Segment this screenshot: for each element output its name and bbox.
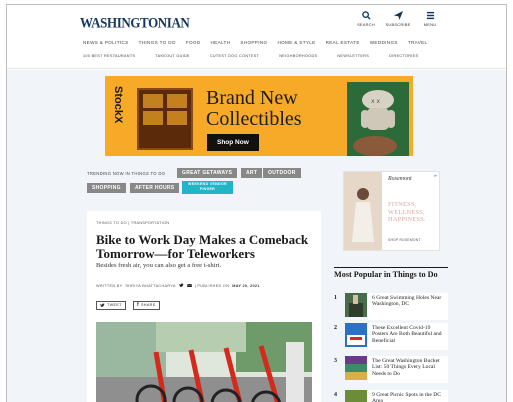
ad-shop-now-button[interactable]: Shop Now xyxy=(207,134,259,151)
subscribe-label: SUBSCRIBE xyxy=(385,22,411,27)
author-link[interactable]: SHRIYA BHATTACHARYA xyxy=(125,284,175,288)
nav-newsletters[interactable]: NEWSLETTERS xyxy=(337,54,369,58)
article-photo xyxy=(96,322,312,402)
ad-choices-icon[interactable]: ▸ xyxy=(434,173,437,179)
site-header: WASHINGTONIAN SEARCH SUBSCRIBE MENU NEWS… xyxy=(7,5,506,69)
svg-text:x x: x x xyxy=(371,98,380,105)
byline: WRITTEN BY SHRIYA BHATTACHARYA | PUBLISH… xyxy=(96,283,260,288)
popular-thumbnail xyxy=(345,323,367,347)
twitter-icon xyxy=(100,303,105,307)
tag-weekend-vendor-finder[interactable]: WEEKEND VENDOR FINDER xyxy=(182,181,233,194)
menu-button[interactable]: MENU xyxy=(418,11,442,27)
nav-best-restaurants[interactable]: 100 BEST RESTAURANTS xyxy=(83,54,135,58)
popular-thumbnail xyxy=(345,293,367,317)
sidebar-ad-cta[interactable]: SHOP ROSEMONT xyxy=(388,238,421,242)
article-card: THINGS TO DO | TRANSPORTATION Bike to Wo… xyxy=(87,211,321,402)
popular-item[interactable]: 3 The Great Washington Bucket List: 50 T… xyxy=(334,356,448,386)
popular-rank: 4 xyxy=(334,392,337,398)
popular-item[interactable]: 1 6 Great Swimming Holes Near Washington… xyxy=(334,293,448,323)
popular-item[interactable]: 4 9 Great Picnic Spots in the DC Area xyxy=(334,390,448,402)
popular-thumbnail xyxy=(345,390,367,402)
search-icon xyxy=(361,11,371,20)
nav-neighborhoods[interactable]: NEIGHBORHOODS xyxy=(279,54,317,58)
tweet-button[interactable]: TWEET xyxy=(96,301,126,310)
popular-title[interactable]: The Great Washington Bucket List: 50 Thi… xyxy=(368,356,448,383)
facebook-icon: f xyxy=(137,302,139,308)
popular-thumbnail xyxy=(345,356,367,380)
ad-banner[interactable]: StockX Brand New Collectibles Shop Now x… xyxy=(105,76,413,156)
popular-title[interactable]: 6 Great Swimming Holes Near Washington, … xyxy=(368,293,448,320)
nav-things-to-do[interactable]: THINGS TO DO xyxy=(139,40,176,45)
ad-product-box xyxy=(137,88,193,150)
collectible-figure-icon: x x xyxy=(347,82,409,156)
popular-rank: 3 xyxy=(334,358,337,364)
secondary-nav: 100 BEST RESTAURANTS TAKEOUT GUIDE CUTES… xyxy=(83,54,418,58)
primary-nav: NEWS & POLITICS THINGS TO DO FOOD HEALTH… xyxy=(83,40,427,45)
sidebar-ad-brand: Rosemont xyxy=(388,176,412,182)
popular-title[interactable]: 9 Great Picnic Spots in the DC Area xyxy=(368,390,448,402)
popular-title[interactable]: These Excellent Covid-19 Posters Are Bot… xyxy=(368,323,448,350)
nav-cutest-dog-contest[interactable]: CUTEST DOG CONTEST xyxy=(210,54,259,58)
sidebar-ad-copy: FITNESS, WELLNESS, HAPPINESS. xyxy=(388,201,426,224)
popular-rank: 1 xyxy=(334,295,337,301)
sidebar-ad-photo xyxy=(344,172,382,250)
nav-directories[interactable]: DIRECTORIES xyxy=(389,54,418,58)
tag-outdoor[interactable]: OUTDOOR xyxy=(263,168,301,178)
page-body: StockX Brand New Collectibles Shop Now x… xyxy=(7,70,506,402)
search-button[interactable]: SEARCH xyxy=(354,11,378,27)
article-dek: Besides fresh air, you can also get a fr… xyxy=(96,262,222,269)
nav-shopping[interactable]: SHOPPING xyxy=(240,40,267,45)
nav-real-estate[interactable]: REAL ESTATE xyxy=(326,40,360,45)
trending-label: TRENDING NOW IN THINGS TO DO xyxy=(87,171,166,176)
nav-home-style[interactable]: HOME & STYLE xyxy=(277,40,315,45)
twitter-icon[interactable] xyxy=(179,283,184,288)
publish-date: MAY 20, 2021 xyxy=(232,283,260,288)
breadcrumb: THINGS TO DO | TRANSPORTATION xyxy=(96,221,170,225)
most-popular-heading: Most Popular in Things to Do xyxy=(334,267,448,279)
nav-takeout-guide[interactable]: TAKEOUT GUIDE xyxy=(155,54,190,58)
search-label: SEARCH xyxy=(357,22,375,27)
nav-weddings[interactable]: WEDDINGS xyxy=(370,40,398,45)
ad-headline: Brand New Collectibles xyxy=(206,87,302,130)
header-tools: SEARCH SUBSCRIBE MENU xyxy=(354,11,442,27)
popular-rank: 2 xyxy=(334,325,337,331)
browser-viewport: WASHINGTONIAN SEARCH SUBSCRIBE MENU NEWS… xyxy=(6,4,507,402)
breadcrumb-section[interactable]: THINGS TO DO xyxy=(96,221,127,225)
breadcrumb-sub[interactable]: TRANSPORTATION xyxy=(131,221,170,225)
subscribe-button[interactable]: SUBSCRIBE xyxy=(386,11,410,27)
site-logo[interactable]: WASHINGTONIAN xyxy=(80,14,190,32)
ad-brand: StockX xyxy=(112,86,124,124)
tag-shopping[interactable]: SHOPPING xyxy=(87,183,126,193)
tag-art[interactable]: ART xyxy=(241,168,263,178)
subscribe-icon xyxy=(393,11,403,20)
sidebar-ad[interactable]: Rosemont FITNESS, WELLNESS, HAPPINESS. S… xyxy=(343,171,440,251)
facebook-share-button[interactable]: f SHARE xyxy=(133,301,160,310)
nav-health[interactable]: HEALTH xyxy=(210,40,230,45)
tag-after-hours[interactable]: AFTER HOURS xyxy=(130,183,180,193)
popular-item[interactable]: 2 These Excellent Covid-19 Posters Are B… xyxy=(334,323,448,353)
tag-great-getaways[interactable]: GREAT GETAWAYS xyxy=(177,168,238,178)
menu-label: MENU xyxy=(423,22,437,27)
nav-travel[interactable]: TRAVEL xyxy=(408,40,428,45)
menu-icon xyxy=(426,11,434,20)
nav-news-politics[interactable]: NEWS & POLITICS xyxy=(83,40,129,45)
nav-food[interactable]: FOOD xyxy=(186,40,201,45)
article-title: Bike to Work Day Makes a Comeback Tomorr… xyxy=(96,232,309,261)
email-icon[interactable] xyxy=(186,283,192,288)
